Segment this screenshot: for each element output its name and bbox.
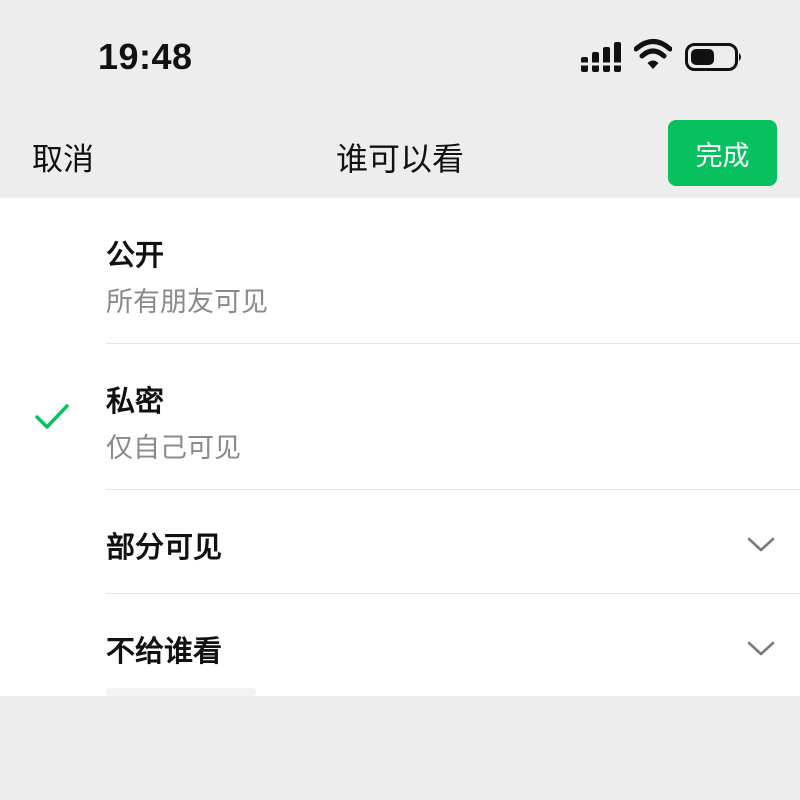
status-time: 19:48	[98, 36, 193, 77]
option-title: 私密	[106, 384, 165, 418]
done-button[interactable]: 完成	[668, 120, 777, 186]
option-public[interactable]: 公开 所有朋友可见	[0, 198, 800, 344]
checkmark-icon	[35, 404, 69, 429]
signal-icon	[581, 42, 623, 72]
nav-bar: 取消 谁可以看 完成	[0, 110, 800, 198]
option-dont-share-with[interactable]: 不给谁看	[0, 594, 800, 696]
option-private[interactable]: 私密 仅自己可见	[0, 344, 800, 490]
wifi-icon	[634, 39, 672, 69]
battery-icon	[685, 43, 741, 71]
hidden-row-peek	[106, 688, 256, 696]
option-title: 公开	[106, 238, 165, 272]
option-description: 所有朋友可见	[106, 287, 268, 318]
who-can-see-screen: 19:48 取消 谁可以看 完成 公开 所有朋友可见 私密 仅自己可见 部分可见…	[0, 0, 800, 800]
option-title: 不给谁看	[106, 634, 223, 668]
option-description: 仅自己可见	[106, 433, 241, 464]
chevron-down-icon	[747, 641, 775, 656]
cancel-button[interactable]: 取消	[32, 134, 94, 179]
visibility-options-list: 公开 所有朋友可见 私密 仅自己可见 部分可见 不给谁看	[0, 198, 800, 696]
chevron-down-icon	[747, 537, 775, 552]
status-bar: 19:48	[0, 0, 800, 110]
option-partially-visible[interactable]: 部分可见	[0, 490, 800, 594]
option-title: 部分可见	[106, 530, 223, 564]
